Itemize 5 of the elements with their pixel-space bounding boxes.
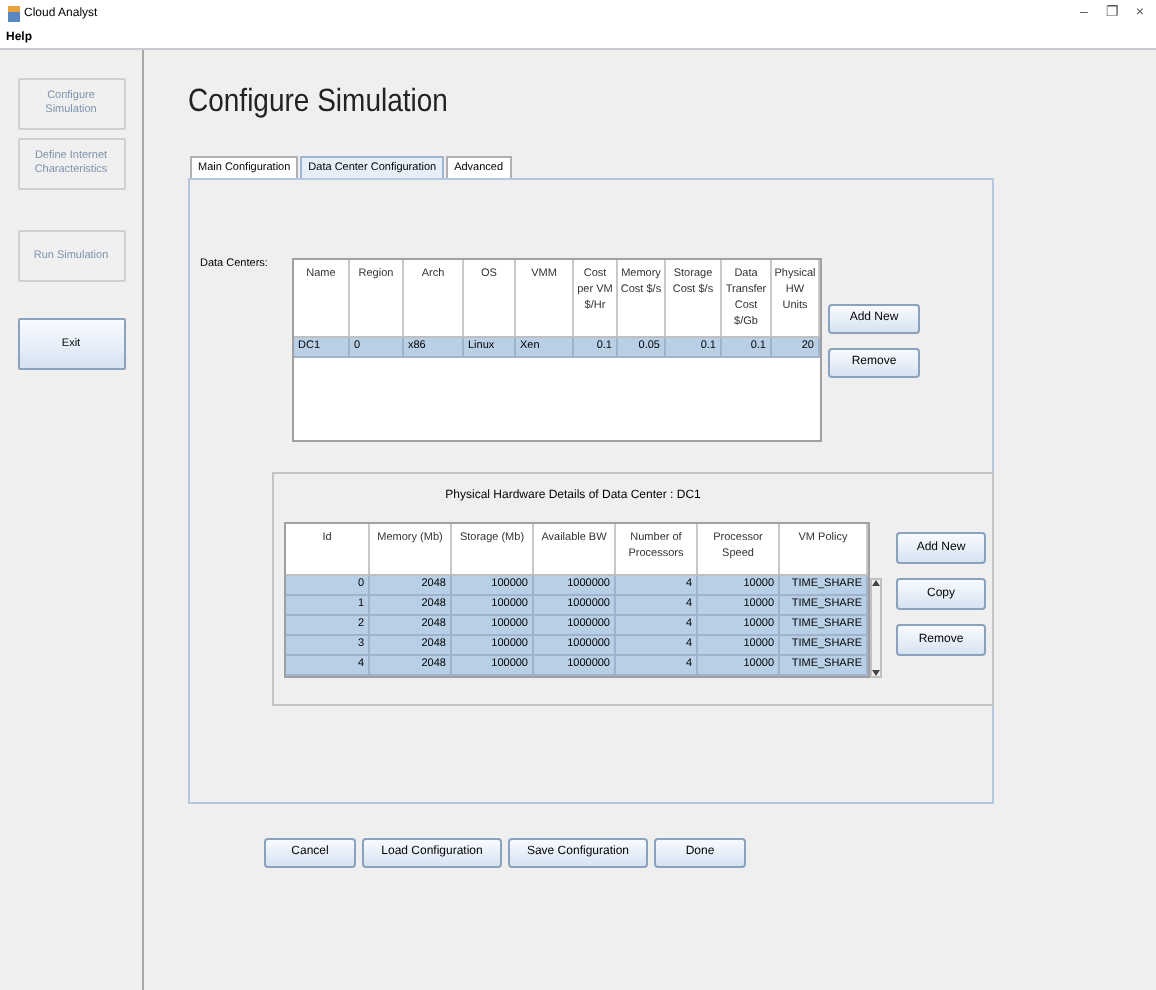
scroll-down-icon[interactable] <box>872 670 880 676</box>
app-icon <box>8 6 20 22</box>
scrollbar[interactable] <box>870 578 882 678</box>
page-heading: Configure Simulation <box>188 81 450 119</box>
scroll-up-icon[interactable] <box>872 580 880 586</box>
